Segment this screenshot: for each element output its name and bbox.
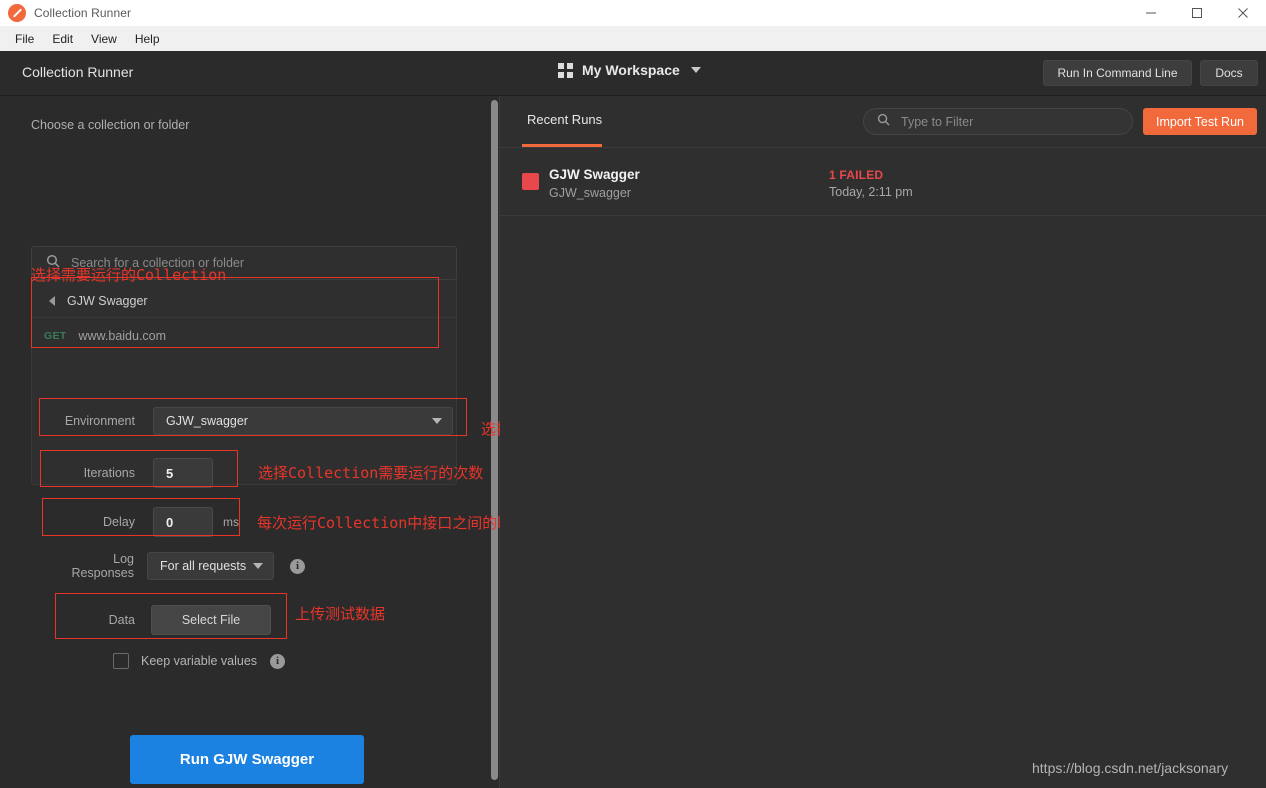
request-url: www.baidu.com: [78, 329, 167, 343]
environment-label: Environment: [64, 414, 135, 428]
run-collection-button[interactable]: Run GJW Swagger: [130, 735, 364, 784]
menu-item-file[interactable]: File: [6, 29, 43, 49]
log-responses-row: Log Responses For all requests i: [48, 552, 368, 580]
iterations-input[interactable]: 5: [153, 458, 213, 488]
data-label: Data: [108, 613, 135, 627]
collection-tree-folder[interactable]: GJW Swagger: [32, 284, 456, 318]
status-badge: [522, 173, 539, 190]
minimize-icon[interactable]: [1128, 0, 1174, 26]
filter-input[interactable]: Type to Filter: [863, 108, 1133, 135]
collection-tree-request[interactable]: GET www.baidu.com: [32, 319, 456, 353]
window-controls: [1128, 0, 1266, 26]
menu-item-edit[interactable]: Edit: [43, 29, 82, 49]
log-responses-select[interactable]: For all requests: [147, 552, 274, 580]
left-panel-scrollbar[interactable]: [491, 100, 498, 780]
workspace-selector[interactable]: My Workspace: [558, 62, 701, 78]
close-icon[interactable]: [1220, 0, 1266, 26]
delay-label: Delay: [103, 515, 135, 529]
menu-item-help[interactable]: Help: [126, 29, 169, 49]
right-panel: Recent Runs Type to Filter Import Test R…: [500, 96, 1266, 788]
grid-icon: [558, 62, 573, 78]
tab-recent-runs[interactable]: Recent Runs: [527, 112, 602, 127]
iterations-label: Iterations: [83, 466, 135, 480]
menu-item-view[interactable]: View: [82, 29, 126, 49]
filter-placeholder: Type to Filter: [901, 114, 974, 129]
postman-icon: [8, 4, 26, 22]
left-panel: Choose a collection or folder Search for…: [0, 96, 489, 788]
collection-runner-window: Collection Runner File Edit View Help Co…: [0, 0, 1266, 788]
run-environment-name: GJW_swagger: [549, 186, 631, 200]
recent-runs-tabbar: Recent Runs Type to Filter Import Test R…: [500, 96, 1266, 148]
chevron-down-icon: [690, 67, 701, 73]
triangle-left-icon: [49, 295, 55, 306]
annotation-collection: 选择需要运行的Collection: [31, 266, 227, 284]
run-collection-name: GJW Swagger: [549, 167, 640, 182]
title-bar: Collection Runner: [0, 0, 1266, 26]
annotation-iterations: 选择Collection需要运行的次数: [258, 464, 484, 482]
window-title: Collection Runner: [34, 6, 132, 20]
keep-variable-values-row: Keep variable values i: [113, 653, 413, 669]
delay-unit-label: ms: [223, 515, 239, 529]
annotation-data: 上传测试数据: [295, 605, 386, 623]
watermark: https://blog.csdn.net/jacksonary: [1032, 760, 1229, 776]
info-icon[interactable]: i: [270, 653, 286, 669]
keep-variable-values-checkbox[interactable]: [113, 653, 129, 669]
menu-bar: File Edit View Help: [0, 26, 1266, 51]
keep-variable-values-label: Keep variable values: [141, 654, 258, 668]
docs-button[interactable]: Docs: [1200, 60, 1258, 86]
workspace-name: My Workspace: [582, 62, 680, 78]
environment-value: GJW_swagger: [166, 414, 248, 428]
environment-row: Environment GJW_swagger: [55, 407, 455, 435]
select-file-button[interactable]: Select File: [151, 605, 271, 635]
run-in-command-line-button[interactable]: Run In Command Line: [1043, 60, 1192, 86]
search-icon: [877, 113, 890, 131]
delay-input[interactable]: 0: [153, 507, 213, 537]
run-timestamp: Today, 2:11 pm: [829, 185, 913, 199]
import-test-run-button[interactable]: Import Test Run: [1143, 108, 1257, 135]
recent-run-item[interactable]: GJW Swagger GJW_swagger 1 FAILED Today, …: [500, 147, 1266, 216]
collection-folder-name: GJW Swagger: [67, 293, 148, 308]
page-title: Collection Runner: [22, 64, 134, 80]
chevron-down-icon: [432, 418, 442, 424]
chevron-down-icon: [253, 563, 263, 569]
choose-collection-label: Choose a collection or folder: [31, 118, 190, 132]
maximize-icon[interactable]: [1174, 0, 1220, 26]
log-responses-label: Log Responses: [71, 552, 134, 580]
run-result-label: 1 FAILED: [829, 168, 884, 182]
environment-select[interactable]: GJW_swagger: [153, 407, 453, 435]
log-responses-value: For all requests: [160, 559, 247, 573]
info-icon[interactable]: i: [290, 558, 305, 574]
request-method: GET: [44, 330, 67, 342]
